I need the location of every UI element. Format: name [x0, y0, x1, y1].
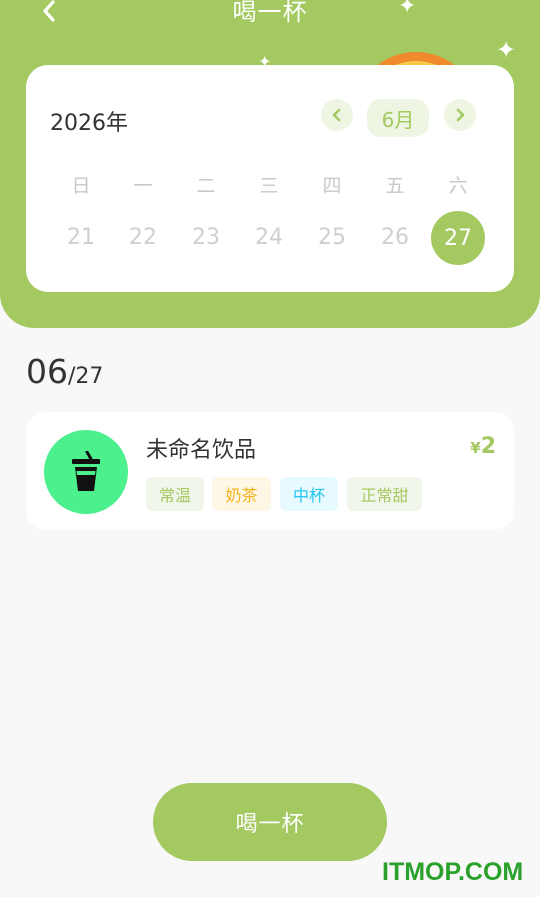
month-selector[interactable]: 6月: [367, 99, 429, 137]
sparkle-icon: ✦: [496, 36, 517, 64]
weekday-label: 四: [322, 175, 342, 197]
date-heading: 06/27: [26, 352, 103, 391]
prev-month-button[interactable]: [321, 99, 353, 131]
drink-name: 未命名饮品: [146, 438, 257, 463]
price-value: 2: [480, 434, 496, 459]
calendar-day[interactable]: 22: [115, 225, 171, 250]
drink-button[interactable]: 喝一杯: [153, 783, 387, 861]
calendar-day[interactable]: 25: [304, 225, 360, 250]
drink-record-card[interactable]: 未命名饮品 ¥2 常温 奶茶 中杯 正常甜: [26, 412, 514, 530]
calendar-day[interactable]: 24: [241, 225, 297, 250]
chevron-right-icon: [456, 108, 465, 122]
price-currency: ¥: [470, 439, 481, 457]
watermark-logo: ITMOP.COM: [382, 858, 524, 886]
calendar-card: 2026年 6月 日 一 二 三 四 五 六 21 22 23 24 25 26…: [26, 65, 514, 292]
calendar-day[interactable]: 21: [53, 225, 109, 250]
drink-price: ¥2: [470, 434, 496, 459]
year-label: 2026年: [50, 111, 128, 136]
weekday-label: 二: [196, 175, 216, 197]
date-heading-day: /27: [68, 364, 104, 389]
weekday-label: 三: [259, 175, 279, 197]
tag-cup-size: 中杯: [280, 477, 338, 511]
chevron-left-icon: [332, 108, 341, 122]
weekday-label: 日: [71, 175, 91, 197]
weekday-label: 五: [385, 175, 405, 197]
weekday-label: 六: [448, 175, 468, 197]
cup-icon: [72, 451, 100, 491]
tag-sweetness: 正常甜: [347, 477, 422, 511]
calendar-day[interactable]: 26: [367, 225, 423, 250]
date-heading-month: 06: [26, 352, 68, 391]
weekday-label: 一: [133, 175, 153, 197]
tag-drink-type: 奶茶: [212, 477, 271, 511]
drink-avatar: [44, 430, 128, 514]
next-month-button[interactable]: [444, 99, 476, 131]
page-title: 喝一杯: [232, 0, 308, 26]
tag-temperature: 常温: [146, 477, 204, 511]
calendar-day[interactable]: 23: [178, 225, 234, 250]
calendar-day-selected[interactable]: 27: [431, 211, 485, 265]
